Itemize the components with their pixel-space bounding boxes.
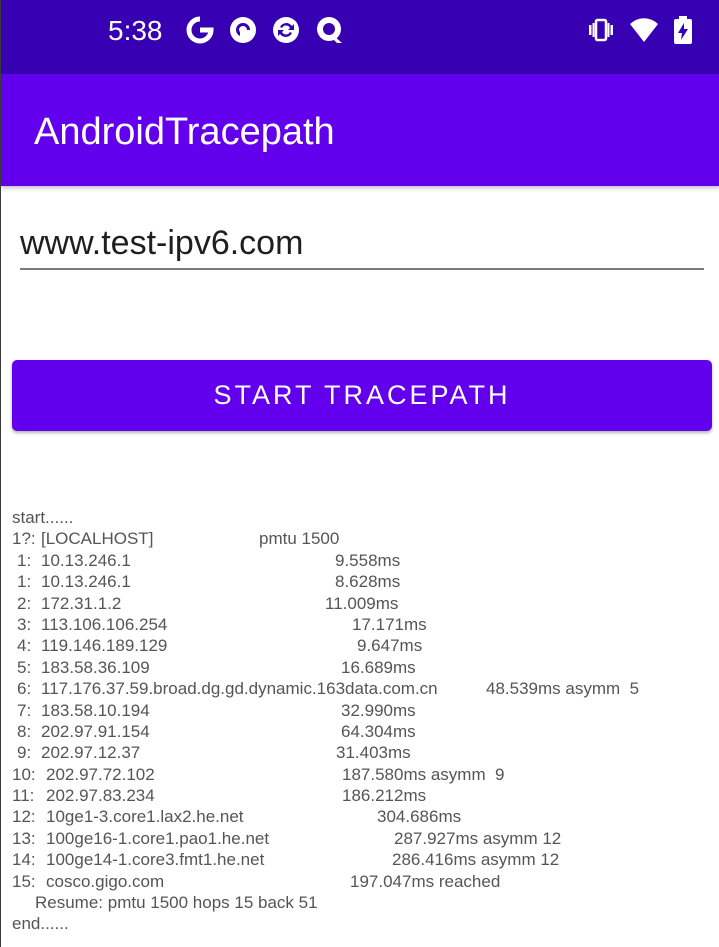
hop-result: 197.047ms reached <box>350 871 501 891</box>
host-input[interactable] <box>20 218 704 270</box>
hop-number: 11: <box>12 786 35 806</box>
hop-row: 6: 117.176.37.59.broad.dg.gd.dynamic.163d… <box>12 678 712 699</box>
hop-number: 1: <box>17 572 32 592</box>
hop-host: 202.97.91.154 <box>41 721 150 741</box>
hop-result: 17.171ms <box>352 614 427 634</box>
hop-number: 6: <box>17 679 32 699</box>
hop-number: 1?: <box>12 529 36 549</box>
tracepath-output: start...... 1?: [LOCALHOST] pmtu 1500 1: 10.… <box>12 507 712 935</box>
hop-result: 304.686ms <box>377 807 462 827</box>
hop-number: 7: <box>17 700 32 720</box>
hop-host: 183.58.10.194 <box>41 700 150 720</box>
hop-host: 202.97.12.37 <box>41 743 141 763</box>
hop-host: 113.106.106.254 <box>41 614 168 634</box>
qlone-icon <box>317 17 342 43</box>
hop-host: 172.31.1.2 <box>41 593 122 613</box>
hop-number: 14: <box>12 850 36 870</box>
hop-result: 11.009ms <box>325 593 399 613</box>
hop-result: 8.628ms <box>335 572 401 592</box>
hop-result: 64.304ms <box>341 721 416 741</box>
hop-row: 13: 100ge16-1.core1.pao1.he.net 287.927ms … <box>12 828 712 849</box>
output-header: start...... <box>12 508 74 527</box>
hop-number: 12: <box>12 807 36 827</box>
hop-number: 9: <box>17 743 32 763</box>
hop-number: 2: <box>17 593 32 613</box>
hop-row: 1: 10.13.246.1 8.628ms <box>12 571 712 592</box>
hop-host: 117.176.37.59.broad.dg.gd.dynamic.163dat… <box>41 679 438 699</box>
hop-row: 3: 113.106.106.254 17.171ms <box>12 614 712 635</box>
hop-row: 12: 10ge1-3.core1.lax2.he.net 304.686ms <box>12 806 712 827</box>
hop-host: 100ge16-1.core1.pao1.he.net <box>46 828 270 848</box>
hop-host: 183.58.36.109 <box>41 657 150 677</box>
hop-number: 15: <box>12 871 36 891</box>
hop-host: 119.146.189.129 <box>41 636 168 656</box>
hop-row: 8: 202.97.91.154 64.304ms <box>12 721 712 742</box>
hop-host: 202.97.83.234 <box>46 786 155 806</box>
hop-row: 7: 183.58.10.194 32.990ms <box>12 700 712 721</box>
hop-host: 202.97.72.102 <box>46 764 155 784</box>
hop-row: 1?: [LOCALHOST] pmtu 1500 <box>12 528 712 549</box>
hop-number: 13: <box>12 828 36 848</box>
hop-result: 286.416ms asymm 12 <box>392 850 560 870</box>
output-resume: Resume: pmtu 1500 hops 15 back 51 <box>35 893 318 913</box>
hop-host: 100ge14-1.core3.fmt1.he.net <box>46 850 265 870</box>
hop-row: 5: 183.58.36.109 16.689ms <box>12 657 712 678</box>
hops-list: 1?: [LOCALHOST] pmtu 1500 1: 10.13.246.1 9.55… <box>12 528 712 892</box>
app-screen: 5:38 AndroidTracepath www.test-ipv6.com … <box>0 0 719 947</box>
hop-result: pmtu 1500 <box>259 529 340 549</box>
pocket-casts-icon <box>230 17 256 43</box>
status-time: 5:38 <box>108 15 163 46</box>
hop-number: 5: <box>17 657 32 677</box>
status-bar: 5:38 <box>1 0 719 74</box>
hop-row: 14: 100ge14-1.core3.fmt1.he.net 286.416ms … <box>12 849 712 870</box>
hop-number: 4: <box>17 636 32 656</box>
hop-row: 15: cosco.gigo.com 197.047ms reached <box>12 871 712 892</box>
hop-number: 10: <box>12 764 36 784</box>
vibrate-icon <box>589 18 613 42</box>
hop-row: 9: 202.97.12.37 31.403ms <box>12 742 712 763</box>
hop-result: 32.990ms <box>341 700 416 720</box>
hop-host: 10ge1-3.core1.lax2.he.net <box>46 807 244 827</box>
app-bar: AndroidTracepath <box>1 74 719 186</box>
sync-icon <box>273 17 299 43</box>
google-g-icon <box>186 16 214 44</box>
start-tracepath-button[interactable]: START TRACEPATH <box>12 360 712 431</box>
hop-host: [LOCALHOST] <box>41 529 154 549</box>
hop-host: 10.13.246.1 <box>41 572 131 592</box>
hop-host: 10.13.246.1 <box>41 550 131 570</box>
battery-charging-icon <box>674 16 692 44</box>
hop-result: 187.580ms asymm 9 <box>342 764 505 784</box>
hop-result: 16.689ms <box>341 657 416 677</box>
output-footer: end...... <box>12 914 69 934</box>
app-title: AndroidTracepath <box>34 111 335 153</box>
hop-number: 1: <box>17 550 32 570</box>
hop-result: 9.558ms <box>335 550 401 570</box>
hop-number: 8: <box>17 721 32 741</box>
hop-row: 2: 172.31.1.2 11.009ms <box>12 593 712 614</box>
hop-host: cosco.gigo.com <box>46 871 165 891</box>
hop-row: 11: 202.97.83.234 186.212ms <box>12 785 712 806</box>
hop-result: 186.212ms <box>342 786 427 806</box>
hop-row: 10: 202.97.72.102 187.580ms asymm 9 <box>12 764 712 785</box>
hop-row: 1: 10.13.246.1 9.558ms <box>12 550 712 571</box>
wifi-icon <box>630 18 658 42</box>
hop-result: 287.927ms asymm 12 <box>394 828 562 848</box>
hop-result: 48.539ms asymm 5 <box>486 679 640 699</box>
hop-result: 9.647ms <box>357 636 423 656</box>
hop-result: 31.403ms <box>336 743 411 763</box>
hop-row: 4: 119.146.189.129 9.647ms <box>12 635 712 656</box>
hop-number: 3: <box>17 614 32 634</box>
